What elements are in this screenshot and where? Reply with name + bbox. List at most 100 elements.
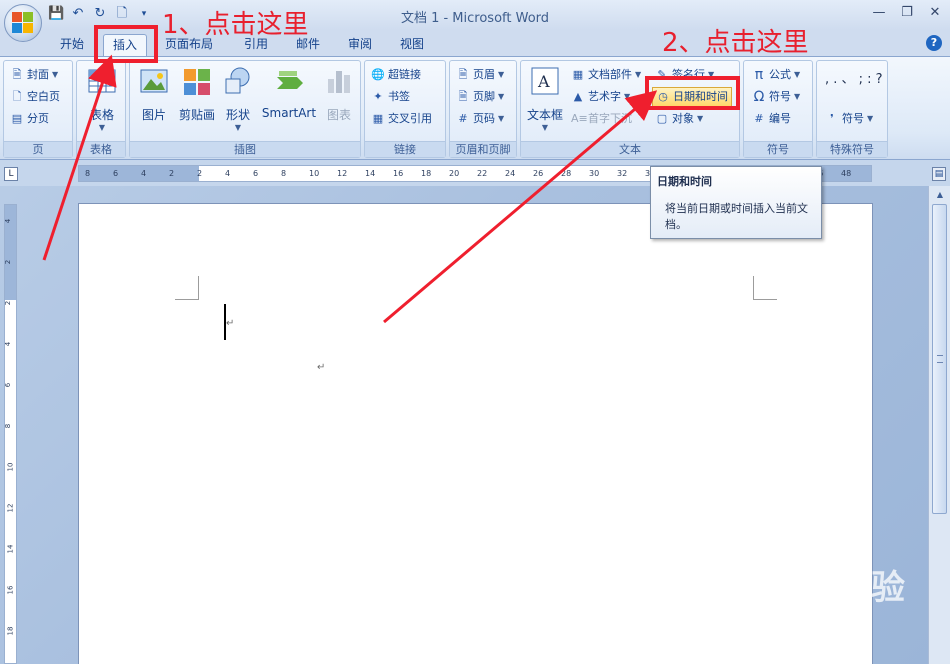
restore-icon[interactable]: ❐ — [900, 5, 914, 21]
paragraph-mark: ↵ — [226, 318, 235, 329]
numbering-button[interactable]: # 编号 — [752, 109, 791, 129]
equation-label: 公式 — [769, 68, 791, 81]
group-label-illustrations: 插图 — [130, 141, 360, 157]
vertical-ruler-tick-label: 4 — [4, 218, 13, 224]
vertical-ruler-tick-label: 2 — [4, 300, 13, 306]
globe-link-icon: 🌐 — [371, 68, 385, 81]
numbering-label: 编号 — [769, 112, 791, 125]
header-button[interactable]: 🗎 页眉 ▼ — [456, 65, 505, 85]
group-label-links: 链接 — [365, 141, 445, 157]
page-number-label: 页码 — [473, 112, 495, 125]
paragraph-mark: ↵ — [317, 362, 326, 373]
baidu-watermark: Baidu经验 jingyan.baidu.com — [728, 560, 938, 650]
special-symbol-button[interactable]: ❜ 符号 ▼ — [825, 109, 873, 129]
clipart-button[interactable]: 剪贴画 — [176, 65, 218, 135]
ruler-tick-label: 10 — [309, 169, 320, 178]
smartart-label: SmartArt — [261, 106, 317, 120]
textbox-button[interactable]: A 文本框 ▼ — [523, 65, 567, 135]
watermark-url: jingyan.baidu.com — [728, 611, 875, 627]
table-icon — [88, 69, 116, 93]
tab-review[interactable]: 审阅 — [340, 34, 380, 56]
tab-home[interactable]: 开始 — [52, 34, 92, 56]
special-symbol-label: 符号 — [842, 112, 864, 125]
table-button[interactable]: 表格 ▼ — [81, 65, 123, 135]
ruler-tick-label: 2 — [197, 169, 203, 178]
group-header-footer: 🗎 页眉 ▼ 🗎 页脚 ▼ # 页码 ▼ 页眉和页脚 — [449, 60, 517, 158]
vertical-ruler-tick-label: 4 — [4, 341, 13, 347]
scrollbar-thumb[interactable] — [932, 204, 947, 514]
ruler-tick-label: 4 — [141, 169, 147, 178]
cover-page-button[interactable]: 🗎 封面 ▼ — [10, 65, 59, 85]
chevron-down-icon: ▼ — [697, 114, 704, 123]
special-symbols-grid[interactable]: , . 、 ; : ? — [825, 69, 885, 91]
blank-page-icon: 🗋 — [12, 90, 22, 103]
bookmark-button[interactable]: ✦ 书签 — [371, 87, 410, 107]
cross-reference-button[interactable]: ▦ 交叉引用 — [371, 109, 432, 129]
vertical-ruler-tick-label: 12 — [6, 503, 15, 513]
equation-button[interactable]: π 公式 ▼ — [752, 65, 800, 85]
annotation-step1: 1、点击这里 — [162, 10, 309, 40]
ruler-tick-label: 18 — [421, 169, 432, 178]
cross-reference-label: 交叉引用 — [388, 112, 432, 125]
footer-icon: 🗎 — [458, 90, 468, 103]
office-button[interactable] — [4, 4, 42, 42]
vertical-ruler-tick-label: 6 — [4, 382, 13, 388]
chevron-down-icon: ▼ — [794, 92, 801, 101]
page-break-icon: ▤ — [11, 112, 23, 125]
vertical-ruler-tick-label: 8 — [4, 423, 13, 429]
hyperlink-label: 超链接 — [388, 68, 421, 81]
vertical-ruler[interactable]: 4 2 2 4 6 8 10 12 14 16 18 — [4, 204, 17, 664]
vertical-ruler-tick-label: 18 — [6, 626, 15, 636]
ruler-tick-label: 24 — [505, 169, 516, 178]
group-page: 🗎 封面 ▼ 🗋 空白页 ▤ 分页 页 — [3, 60, 73, 158]
footer-button[interactable]: 🗎 页脚 ▼ — [456, 87, 505, 107]
chevron-down-icon: ▼ — [498, 70, 505, 79]
page-number-button[interactable]: # 页码 ▼ — [456, 109, 504, 129]
smartart-button[interactable]: SmartArt — [258, 65, 320, 135]
minimize-icon[interactable]: — — [872, 5, 886, 21]
quick-parts-button[interactable]: ▦ 文档部件 ▼ — [571, 65, 641, 85]
header-label: 页眉 — [473, 68, 495, 81]
header-icon: 🗎 — [458, 68, 468, 81]
pi-icon: π — [754, 67, 764, 83]
ruler-tick-label: 12 — [337, 169, 348, 178]
chart-label: 图表 — [326, 108, 351, 122]
ruler-tick-label: 8 — [85, 169, 91, 178]
drop-cap-label: 首字下沉 — [588, 112, 632, 125]
object-label: 对象 — [672, 112, 694, 125]
tab-selector[interactable]: L — [4, 167, 18, 181]
table-label: 表格 — [89, 108, 114, 122]
wordart-button[interactable]: ▲ 艺术字 ▼ — [571, 87, 630, 107]
drop-cap-button[interactable]: A≡ 首字下沉 — [571, 109, 632, 129]
chevron-down-icon: ▼ — [794, 70, 801, 79]
ruler-tick-label: 26 — [533, 169, 544, 178]
group-label-header-footer: 页眉和页脚 — [450, 141, 516, 157]
textbox-icon: A — [531, 67, 559, 95]
annotation-box-insert-tab — [94, 25, 158, 63]
scroll-up-icon[interactable]: ▲ — [933, 188, 947, 202]
close-icon[interactable]: ✕ — [928, 5, 942, 21]
ruler-tick-label: 6 — [253, 169, 259, 178]
tab-view[interactable]: 视图 — [392, 34, 432, 56]
view-ruler-icon[interactable]: ▤ — [932, 167, 946, 181]
chevron-down-icon: ▼ — [541, 123, 549, 132]
chevron-down-icon: ▼ — [624, 92, 631, 101]
ruler-tick-label: 14 — [365, 169, 376, 178]
chevron-down-icon: ▼ — [635, 70, 642, 79]
shapes-button[interactable]: 形状 ▼ — [220, 65, 256, 135]
hyperlink-button[interactable]: 🌐 超链接 — [371, 65, 421, 85]
chevron-down-icon: ▼ — [234, 123, 242, 132]
picture-button[interactable]: 图片 — [134, 65, 174, 135]
chevron-down-icon: ▼ — [98, 123, 106, 132]
tooltip-body: 将当前日期或时间插入当前文档。 — [665, 202, 808, 231]
chart-button[interactable]: 图表 — [320, 65, 358, 135]
group-special-symbols: , . 、 ; : ? ❜ 符号 ▼ 特殊符号 — [816, 60, 888, 158]
object-button[interactable]: ▢ 对象 ▼ — [655, 109, 703, 129]
symbol-button[interactable]: Ω 符号 ▼ — [752, 87, 801, 107]
page-break-button[interactable]: ▤ 分页 — [10, 109, 49, 129]
blank-page-button[interactable]: 🗋 空白页 — [10, 87, 60, 107]
help-icon[interactable]: ? — [926, 35, 942, 51]
picture-icon — [140, 69, 168, 93]
wordart-label: 艺术字 — [588, 90, 621, 103]
drop-cap-icon: A≡ — [571, 112, 588, 125]
